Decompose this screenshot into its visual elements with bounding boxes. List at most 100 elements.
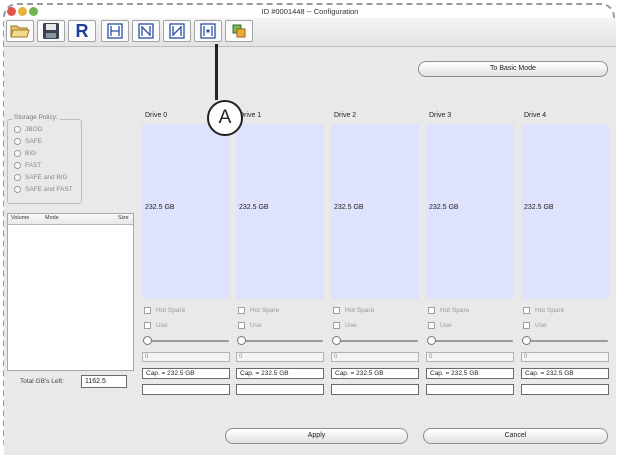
- size-slider-knob[interactable]: [522, 336, 531, 345]
- policy-option-safe[interactable]: SAFE: [14, 136, 42, 146]
- use-checkbox[interactable]: Use: [144, 320, 168, 330]
- drive-title: Drive 4: [524, 112, 547, 119]
- policy-option-label: SAFE and FAST: [25, 185, 73, 193]
- drive-area[interactable]: [236, 124, 324, 299]
- cancel-button[interactable]: Cancel: [423, 428, 608, 444]
- volume-name-field[interactable]: [521, 384, 609, 395]
- checkbox[interactable]: [144, 306, 151, 314]
- hot-spare-label: Hot Spare: [250, 306, 280, 314]
- policy-option-label: BIG: [25, 149, 37, 157]
- policy-option-jbod[interactable]: JBOD: [14, 124, 42, 134]
- drive-area[interactable]: [521, 124, 609, 299]
- total-gb-left-field[interactable]: 1162.5: [81, 375, 127, 388]
- use-label: Use: [440, 321, 452, 329]
- size-slider-track[interactable]: [334, 340, 418, 342]
- radio-button[interactable]: [14, 125, 21, 133]
- close-window-button[interactable]: [7, 7, 16, 16]
- size-slider-knob[interactable]: [237, 336, 246, 345]
- size-slider-knob[interactable]: [427, 336, 436, 345]
- column-mode[interactable]: Mode: [45, 215, 59, 221]
- open-button[interactable]: [6, 20, 34, 42]
- checkbox[interactable]: [428, 306, 435, 314]
- raid-layout-5-button[interactable]: [225, 20, 253, 42]
- use-label: Use: [156, 321, 168, 329]
- capacity-field: Cap. = 232.5 GB: [236, 368, 324, 379]
- policy-option-safe-and-fast[interactable]: SAFE and FAST: [14, 184, 73, 194]
- minimize-window-button[interactable]: [18, 7, 27, 16]
- volume-table[interactable]: Volume Mode Size: [7, 213, 134, 371]
- raid-layout-1-button[interactable]: [101, 20, 129, 42]
- size-slider-knob[interactable]: [143, 336, 152, 345]
- checkbox[interactable]: [333, 306, 340, 314]
- checkbox[interactable]: [428, 321, 435, 329]
- size-value-field[interactable]: 0: [521, 352, 609, 362]
- radio-button[interactable]: [14, 173, 21, 181]
- drive-size-label: 232.5 GB: [524, 204, 554, 211]
- zoom-window-button[interactable]: [29, 7, 38, 16]
- drive-area[interactable]: [142, 124, 230, 299]
- callout-pointer: [215, 44, 218, 100]
- save-button[interactable]: [37, 20, 65, 42]
- use-label: Use: [345, 321, 357, 329]
- hot-spare-checkbox[interactable]: Hot Spare: [238, 305, 279, 315]
- raid-layout-4-button[interactable]: [194, 20, 222, 42]
- size-slider-track[interactable]: [239, 340, 323, 342]
- open-folder-icon: [10, 25, 30, 38]
- size-value-field[interactable]: 0: [331, 352, 419, 362]
- checkbox[interactable]: [523, 321, 530, 329]
- to-basic-mode-button[interactable]: To Basic Mode: [418, 61, 608, 77]
- use-checkbox[interactable]: Use: [238, 320, 262, 330]
- drive-title: Drive 0: [145, 112, 168, 119]
- raid-layout-2-icon: [138, 23, 154, 39]
- r-button[interactable]: R: [68, 20, 96, 42]
- checkbox[interactable]: [333, 321, 340, 329]
- hot-spare-label: Hot Spare: [535, 306, 565, 314]
- size-value-field[interactable]: 0: [426, 352, 514, 362]
- checkbox[interactable]: [238, 321, 245, 329]
- hot-spare-checkbox[interactable]: Hot Spare: [428, 305, 469, 315]
- radio-button[interactable]: [14, 185, 21, 193]
- drive-area[interactable]: [426, 124, 514, 299]
- radio-button[interactable]: [14, 137, 21, 145]
- raid-layout-1-icon: [107, 23, 123, 39]
- use-checkbox[interactable]: Use: [428, 320, 452, 330]
- capacity-field: Cap. = 232.5 GB: [521, 368, 609, 379]
- hot-spare-checkbox[interactable]: Hot Spare: [523, 305, 564, 315]
- volume-name-field[interactable]: [426, 384, 514, 395]
- drive-size-label: 232.5 GB: [145, 204, 175, 211]
- column-volume[interactable]: Volume: [11, 215, 29, 221]
- checkbox[interactable]: [238, 306, 245, 314]
- raid-layout-2-button[interactable]: [132, 20, 160, 42]
- capacity-field: Cap. = 232.5 GB: [142, 368, 230, 379]
- apply-button[interactable]: Apply: [225, 428, 408, 444]
- size-value-field[interactable]: 0: [236, 352, 324, 362]
- size-value-field[interactable]: 0: [142, 352, 230, 362]
- policy-option-big[interactable]: BIG: [14, 148, 36, 158]
- drive-area[interactable]: [331, 124, 419, 299]
- raid-layout-3-icon: [169, 23, 185, 39]
- volume-name-field[interactable]: [331, 384, 419, 395]
- policy-option-fast[interactable]: FAST: [14, 160, 41, 170]
- checkbox[interactable]: [144, 321, 151, 329]
- radio-button[interactable]: [14, 149, 21, 157]
- volume-name-field[interactable]: [142, 384, 230, 395]
- size-slider-track[interactable]: [524, 340, 608, 342]
- hot-spare-checkbox[interactable]: Hot Spare: [333, 305, 374, 315]
- raid-layout-3-button[interactable]: [163, 20, 191, 42]
- hot-spare-checkbox[interactable]: Hot Spare: [144, 305, 185, 315]
- size-slider-track[interactable]: [145, 340, 229, 342]
- use-checkbox[interactable]: Use: [333, 320, 357, 330]
- radio-button[interactable]: [14, 161, 21, 169]
- checkbox[interactable]: [523, 306, 530, 314]
- column-size[interactable]: Size: [118, 215, 129, 221]
- use-checkbox[interactable]: Use: [523, 320, 547, 330]
- size-slider-knob[interactable]: [332, 336, 341, 345]
- raid-layout-4-icon: [200, 23, 216, 39]
- policy-option-label: JBOD: [25, 125, 43, 133]
- drive-size-label: 232.5 GB: [334, 204, 364, 211]
- drive-title: Drive 2: [334, 112, 357, 119]
- policy-option-safe-and-big[interactable]: SAFE and BIG: [14, 172, 68, 182]
- r-icon: R: [75, 20, 89, 41]
- volume-name-field[interactable]: [236, 384, 324, 395]
- size-slider-track[interactable]: [429, 340, 513, 342]
